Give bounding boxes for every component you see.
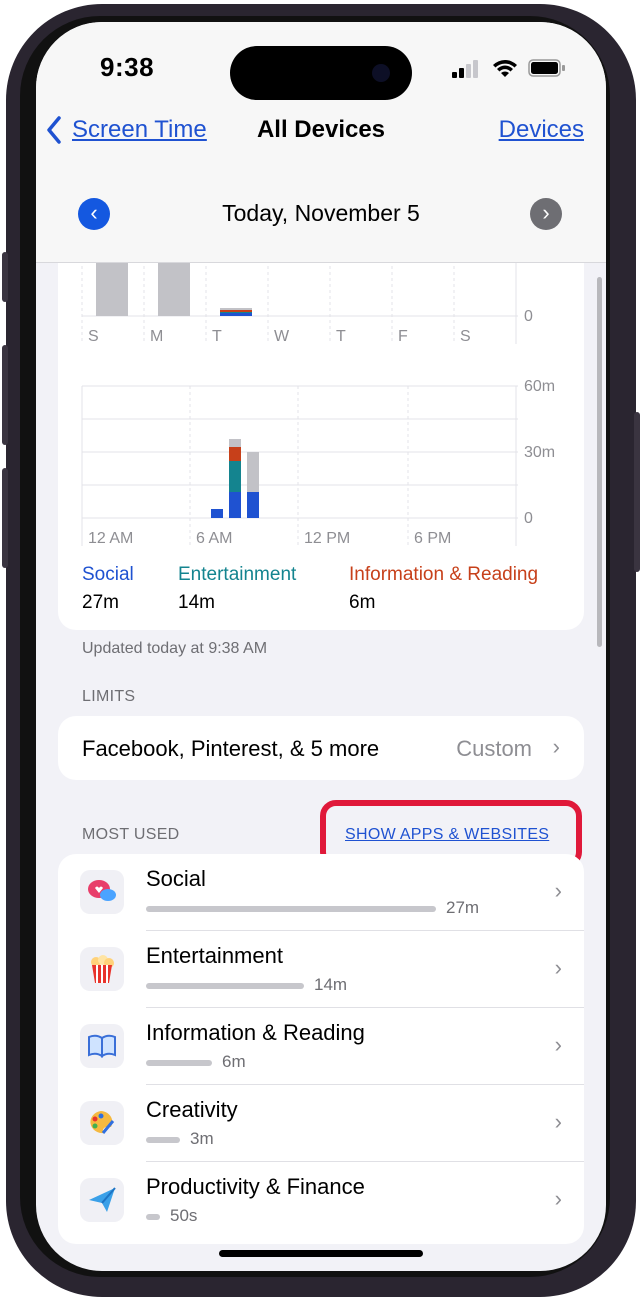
list-item-time: 3m [190, 1129, 214, 1148]
hourly-x-tick: 12 PM [304, 530, 351, 547]
hourly-bar-6am-gray [229, 439, 241, 447]
hourly-bar-6am-info [229, 447, 241, 461]
home-indicator[interactable] [219, 1250, 423, 1257]
cellular-signal-icon [452, 60, 478, 78]
legend-entertainment-value: 14m [178, 592, 215, 613]
weekly-day-label: F [398, 328, 408, 345]
legend-information-name: Information & Reading [349, 564, 539, 585]
list-item-time: 6m [222, 1052, 246, 1071]
hourly-x-tick: 6 PM [414, 530, 452, 547]
usage-bar [146, 906, 436, 912]
chevron-right-icon: › [554, 1186, 562, 1211]
chevron-right-icon: › [542, 200, 550, 225]
usage-bar [146, 983, 304, 989]
date-label: Today, November 5 [222, 200, 420, 226]
hourly-bar-7am-gray [247, 452, 259, 492]
weekly-bar-tuesday-orange [220, 310, 252, 312]
next-day-button[interactable]: › [530, 198, 562, 230]
usage-bar [146, 1137, 180, 1143]
legend-social: Social 27m [82, 564, 134, 614]
power-button [634, 412, 640, 572]
most-used-section-label: MOST USED [82, 826, 180, 843]
most-used-list: Social 27m › Entertainment 14m › Informa… [58, 854, 584, 1244]
action-button [2, 252, 8, 302]
weekly-day-label: M [150, 328, 164, 345]
status-time: 9:38 [100, 52, 155, 82]
hourly-bar-5am-social [211, 509, 223, 518]
legend-entertainment-name: Entertainment [178, 564, 297, 585]
paper-plane-icon [80, 1178, 124, 1222]
list-item-name: Creativity [146, 1097, 238, 1122]
legend-information-value: 6m [349, 592, 376, 613]
navigation-header: 9:38 Screen Time All Devices Devices ‹ T… [36, 22, 606, 263]
list-item[interactable]: Entertainment 14m › [58, 931, 584, 1008]
list-item-time: 27m [446, 898, 480, 917]
palette-icon [80, 1101, 124, 1145]
chevron-right-icon: › [554, 1032, 562, 1057]
list-item[interactable]: Information & Reading 6m › [58, 1008, 584, 1085]
weekly-y-tick: 0 [524, 308, 533, 325]
limits-row-title: Facebook, Pinterest, & 5 more [82, 736, 380, 761]
popcorn-icon [80, 947, 124, 991]
weekly-day-label: S [88, 328, 99, 345]
hourly-x-tick: 12 AM [88, 530, 134, 547]
chevron-right-icon: › [552, 734, 560, 759]
scrollbar[interactable] [597, 277, 602, 647]
limits-row-value: Custom [456, 736, 532, 761]
list-item[interactable]: Creativity 3m › [58, 1085, 584, 1162]
book-icon [80, 1024, 124, 1068]
legend-entertainment: Entertainment 14m [178, 564, 296, 614]
screen: 0 S M T W T F S 60m 30m 0 12 AM 6 AM 12 … [36, 22, 606, 1271]
usage-bar [146, 1060, 212, 1066]
speech-bubbles-icon [80, 870, 124, 914]
list-item[interactable]: Social 27m › [58, 854, 584, 931]
wifi-icon [493, 60, 517, 77]
weekly-bar-tuesday-teal [220, 312, 252, 313]
hourly-bar-6am-entertainment [229, 461, 241, 492]
chevron-right-icon: › [554, 955, 562, 980]
chevron-right-icon: › [554, 878, 562, 903]
battery-icon [528, 59, 565, 77]
hourly-bar-6am-social [229, 492, 241, 518]
devices-button[interactable]: Devices [499, 116, 584, 144]
hourly-y-tick: 0 [524, 510, 533, 527]
camera-icon [372, 64, 390, 82]
weekly-bar-tuesday-blue [220, 313, 252, 316]
chevron-right-icon: › [554, 1109, 562, 1134]
legend-information: Information & Reading 6m [349, 564, 538, 614]
list-item-time: 50s [170, 1206, 198, 1225]
limits-section-label: LIMITS [82, 688, 136, 705]
volume-up-button [2, 345, 8, 445]
hourly-y-tick: 60m [524, 378, 556, 395]
legend-social-name: Social [82, 564, 134, 585]
list-item-name: Entertainment [146, 943, 283, 968]
weekly-day-label: T [212, 328, 222, 345]
limits-row[interactable]: Facebook, Pinterest, & 5 more Custom › [58, 716, 584, 780]
list-item-time: 14m [314, 975, 348, 994]
weekly-day-label: W [274, 328, 290, 345]
volume-down-button [2, 468, 8, 568]
list-item[interactable]: Productivity & Finance 50s › [58, 1162, 584, 1239]
usage-bar [146, 1214, 160, 1220]
list-item-name: Information & Reading [146, 1020, 365, 1045]
updated-text: Updated today at 9:38 AM [82, 640, 268, 657]
hourly-y-tick: 30m [524, 444, 556, 461]
hourly-x-tick: 6 AM [196, 530, 233, 547]
weekly-day-label: T [336, 328, 346, 345]
hourly-bar-7am-social [247, 492, 259, 518]
list-item-name: Productivity & Finance [146, 1174, 365, 1199]
list-item-name: Social [146, 866, 206, 891]
weekly-day-label: S [460, 328, 471, 345]
legend-social-value: 27m [82, 592, 119, 613]
